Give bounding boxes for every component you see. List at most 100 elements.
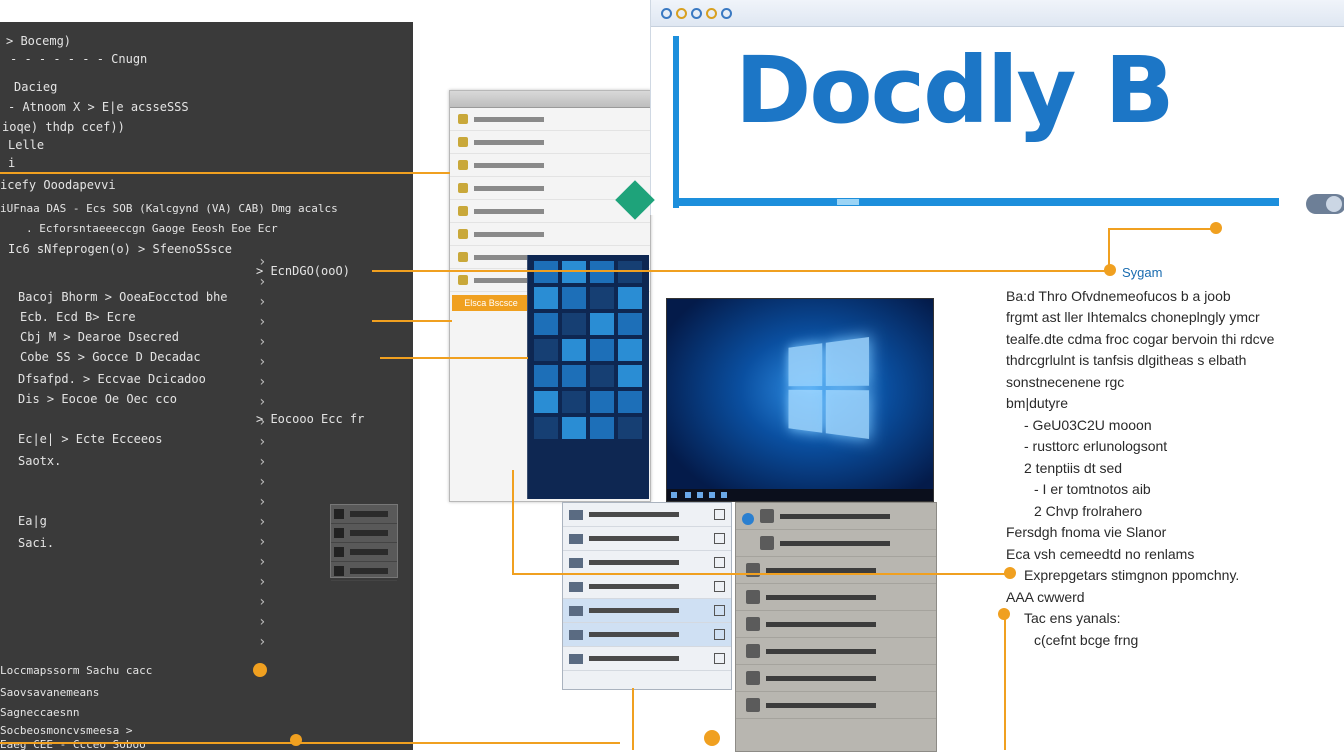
list-item[interactable] — [563, 575, 731, 599]
bullet-item: AAA cwwerd — [1006, 588, 1085, 605]
list-item[interactable] — [736, 692, 936, 719]
start-menu[interactable] — [527, 255, 649, 499]
list-item[interactable] — [563, 551, 731, 575]
mini-toolbar-row[interactable] — [331, 524, 397, 543]
code-editor-panel: > Bocemg) - - - - - - - Cnugn Dacieg - A… — [0, 22, 413, 750]
mini-toolbar-panel[interactable] — [330, 504, 398, 581]
code-line: - Atnoom X > E|e acsseSSS — [8, 100, 189, 114]
list-item[interactable] — [736, 557, 936, 584]
code-line: Ic6 sNfeprogen(o) > SfeenoSSsce — [8, 242, 232, 256]
list-item[interactable] — [450, 131, 650, 154]
bullet-item: - I er tomtnotos aib — [1034, 481, 1151, 497]
list-item[interactable] — [736, 584, 936, 611]
list-item[interactable] — [450, 154, 650, 177]
checkbox[interactable] — [714, 533, 725, 544]
code-line: ioqe) thdp ccef)) — [2, 120, 125, 134]
list-item[interactable] — [736, 530, 936, 557]
back-icon[interactable] — [676, 7, 687, 19]
description-panel: Sygam Ba:d Thro Ofvdnemeofucos b a joob … — [1006, 262, 1336, 651]
app-tile[interactable] — [562, 261, 586, 283]
list-item[interactable] — [563, 599, 731, 623]
code-line: > Bocemg) — [6, 34, 72, 48]
app-tile[interactable] — [618, 287, 642, 309]
mini-toolbar-row[interactable] — [331, 543, 397, 562]
code-line: Saotx. — [18, 454, 62, 468]
app-tile[interactable] — [534, 261, 558, 283]
list-item[interactable] — [563, 623, 731, 647]
list-item[interactable] — [736, 503, 936, 530]
connector-node — [1004, 567, 1016, 579]
list-item[interactable] — [563, 647, 731, 671]
connector-node — [290, 734, 302, 746]
connector-line — [0, 172, 450, 174]
paragraph-line: frgmt ast ller Ihtemalcs choneplngly ymc… — [1006, 309, 1260, 325]
app-tile[interactable] — [534, 313, 558, 335]
checkbox[interactable] — [714, 605, 725, 616]
list-item[interactable] — [736, 638, 936, 665]
connector-line — [1004, 616, 1006, 750]
paragraph-line: tealfe.dte cdma froc cogar bervoin thi r… — [1006, 330, 1275, 347]
paragraph-line: bm|dutyre — [1006, 395, 1068, 411]
app-tile[interactable] — [590, 261, 614, 283]
checkbox[interactable] — [714, 557, 725, 568]
list-item[interactable] — [450, 108, 650, 131]
app-tile[interactable] — [534, 391, 558, 413]
bullet-item: - rusttorc erlunologsont — [1024, 438, 1168, 454]
app-tile[interactable] — [618, 261, 642, 283]
connector-line — [380, 357, 528, 359]
bullet-item: Tac ens yanals: — [1024, 610, 1121, 626]
list-item[interactable] — [736, 665, 936, 692]
mini-toolbar-row[interactable] — [331, 562, 397, 581]
app-tile[interactable] — [590, 313, 614, 335]
mini-toolbar-row[interactable] — [331, 505, 397, 524]
explorer-titlebar[interactable] — [450, 91, 650, 108]
selected-item-label[interactable]: Elsca Bscsce — [452, 295, 530, 311]
app-tile[interactable] — [590, 391, 614, 413]
forward-icon[interactable] — [691, 7, 702, 19]
app-tile[interactable] — [618, 313, 642, 335]
bullet-item: - GeU03C2U mooon — [1024, 416, 1152, 433]
app-tile[interactable] — [534, 417, 558, 439]
app-tile[interactable] — [562, 365, 586, 387]
document-titlebar[interactable] — [651, 0, 1344, 27]
app-tile[interactable] — [618, 417, 642, 439]
paragraph-line: Ba:d Thro Ofvdnemeofucos b a joob — [1006, 287, 1231, 304]
app-tile[interactable] — [534, 365, 558, 387]
taskbar[interactable] — [667, 489, 933, 501]
app-tile[interactable] — [618, 391, 642, 413]
app-tile[interactable] — [590, 287, 614, 309]
app-tile[interactable] — [590, 339, 614, 361]
app-tile[interactable] — [618, 339, 642, 361]
app-tile[interactable] — [562, 287, 586, 309]
list-item[interactable] — [736, 611, 936, 638]
bullet-item: Exprepgetars stimgnon ppomchny. — [1024, 567, 1240, 583]
app-icon[interactable] — [661, 7, 672, 19]
toggle-switch[interactable] — [1306, 194, 1344, 214]
checkbox[interactable] — [714, 581, 725, 592]
checkbox[interactable] — [714, 653, 725, 664]
connector-node — [704, 730, 720, 746]
connector-line — [1110, 228, 1218, 230]
list-item[interactable] — [563, 527, 731, 551]
bullet-item: c(cefnt bcge frng — [1034, 631, 1139, 648]
properties-window[interactable] — [735, 502, 937, 752]
app-tile[interactable] — [562, 339, 586, 361]
app-tile[interactable] — [590, 365, 614, 387]
app-tile[interactable] — [562, 313, 586, 335]
list-item[interactable] — [450, 223, 650, 246]
connector-node — [1210, 222, 1222, 234]
app-tile[interactable] — [562, 417, 586, 439]
app-tile[interactable] — [534, 287, 558, 309]
menu-icon[interactable] — [721, 7, 732, 19]
connector-line — [372, 320, 452, 322]
refresh-icon[interactable] — [706, 7, 717, 19]
app-tile[interactable] — [618, 365, 642, 387]
app-tile[interactable] — [534, 339, 558, 361]
list-item[interactable] — [563, 503, 731, 527]
checkbox[interactable] — [714, 509, 725, 520]
document-window[interactable]: Docdly B — [615, 0, 1344, 220]
settings-list-window[interactable] — [562, 502, 732, 690]
checkbox[interactable] — [714, 629, 725, 640]
app-tile[interactable] — [562, 391, 586, 413]
app-tile[interactable] — [590, 417, 614, 439]
